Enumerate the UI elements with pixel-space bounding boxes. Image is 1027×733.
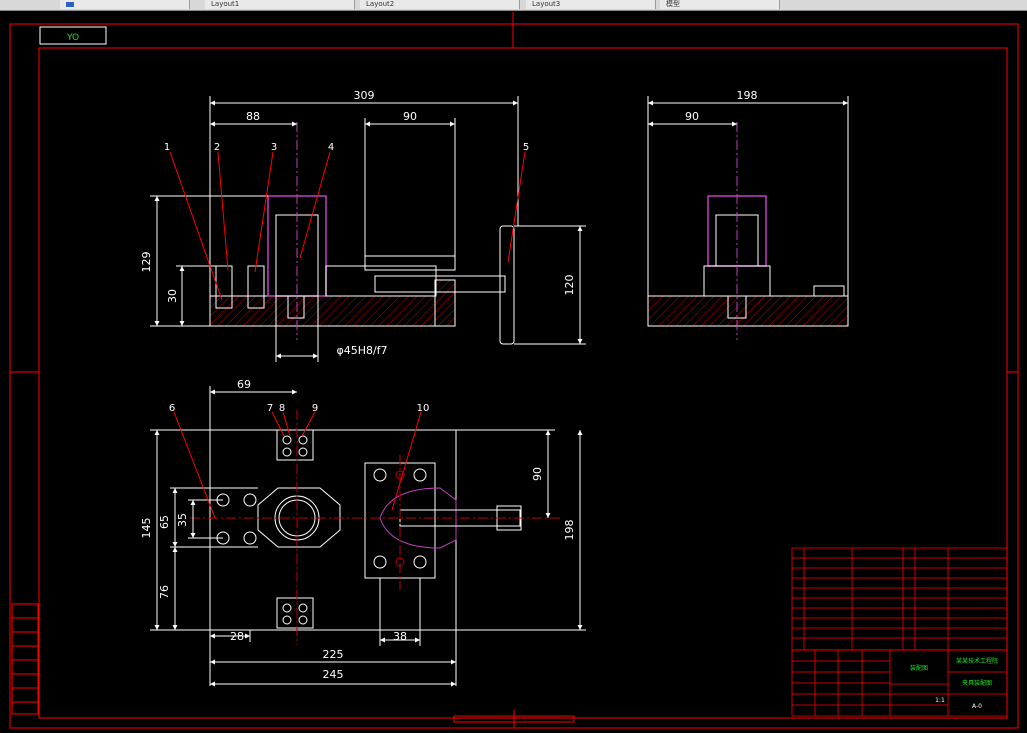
dim-65: 65 (158, 515, 171, 529)
balloon-5: 5 (523, 142, 529, 153)
dim-245: 245 (323, 668, 344, 681)
dim-129: 129 (140, 252, 153, 273)
dim-88: 88 (246, 110, 260, 123)
stamp-text: YO (66, 33, 79, 43)
dim-38: 38 (393, 630, 407, 643)
leader-lines (169, 151, 526, 519)
dim-30: 30 (166, 289, 179, 303)
dim-90-side: 90 (685, 110, 699, 123)
title-code: A-0 (972, 703, 982, 710)
plan-view (190, 410, 560, 645)
dim-198-plan: 198 (563, 520, 576, 541)
tab-drawing[interactable] (60, 0, 190, 9)
dim-76: 76 (158, 585, 171, 599)
drawing-icon (66, 1, 74, 7)
balloon-3: 3 (271, 142, 277, 153)
side-view (647, 122, 849, 340)
tab-layout1[interactable]: Layout1 (205, 0, 355, 9)
bill-of-materials (791, 547, 1008, 651)
tab-layout2[interactable]: Layout2 (360, 0, 520, 9)
dim-35: 35 (176, 513, 189, 527)
front-view (209, 122, 515, 345)
dim-198-side: 198 (737, 89, 758, 102)
title-company: 某某技术工程院 (956, 657, 998, 665)
center-mark (453, 710, 575, 728)
dim-90-plan: 90 (531, 467, 544, 481)
balloon-8: 8 (279, 403, 285, 414)
title-drawing-name: 装配图 (910, 664, 928, 672)
dim-309: 309 (354, 89, 375, 102)
balloon-numbers: 1 2 3 4 5 6 7 8 9 10 (164, 142, 529, 414)
left-revision-strip (11, 603, 39, 715)
dim-225: 225 (323, 648, 344, 661)
balloon-9: 9 (312, 403, 318, 414)
dim-145: 145 (140, 518, 153, 539)
balloon-1: 1 (164, 142, 170, 153)
title-part-name: 夹具装配图 (962, 679, 992, 687)
balloon-10: 10 (417, 403, 430, 414)
dim-120: 120 (563, 275, 576, 296)
sheet-frame (9, 12, 1019, 729)
drawing-canvas[interactable]: YO 309 88 90 129 30 120 φ45H8/f7 198 90 … (0, 10, 1027, 733)
tab-model[interactable]: 模型 (660, 0, 780, 9)
dim-69: 69 (237, 378, 251, 391)
balloon-4: 4 (328, 142, 334, 153)
title-scale: 1:1 (935, 697, 945, 704)
dim-28: 28 (230, 630, 244, 643)
title-block-text: 装配图 某某技术工程院 夹具装配图 1:1 A-0 (910, 657, 998, 710)
balloon-7: 7 (267, 403, 273, 414)
dim-fit: φ45H8/f7 (336, 344, 387, 357)
tab-layout3[interactable]: Layout3 (526, 0, 656, 9)
dim-90-front: 90 (403, 110, 417, 123)
balloon-6: 6 (169, 403, 175, 414)
balloon-2: 2 (214, 142, 220, 153)
plan-view-dimensions (150, 386, 586, 687)
